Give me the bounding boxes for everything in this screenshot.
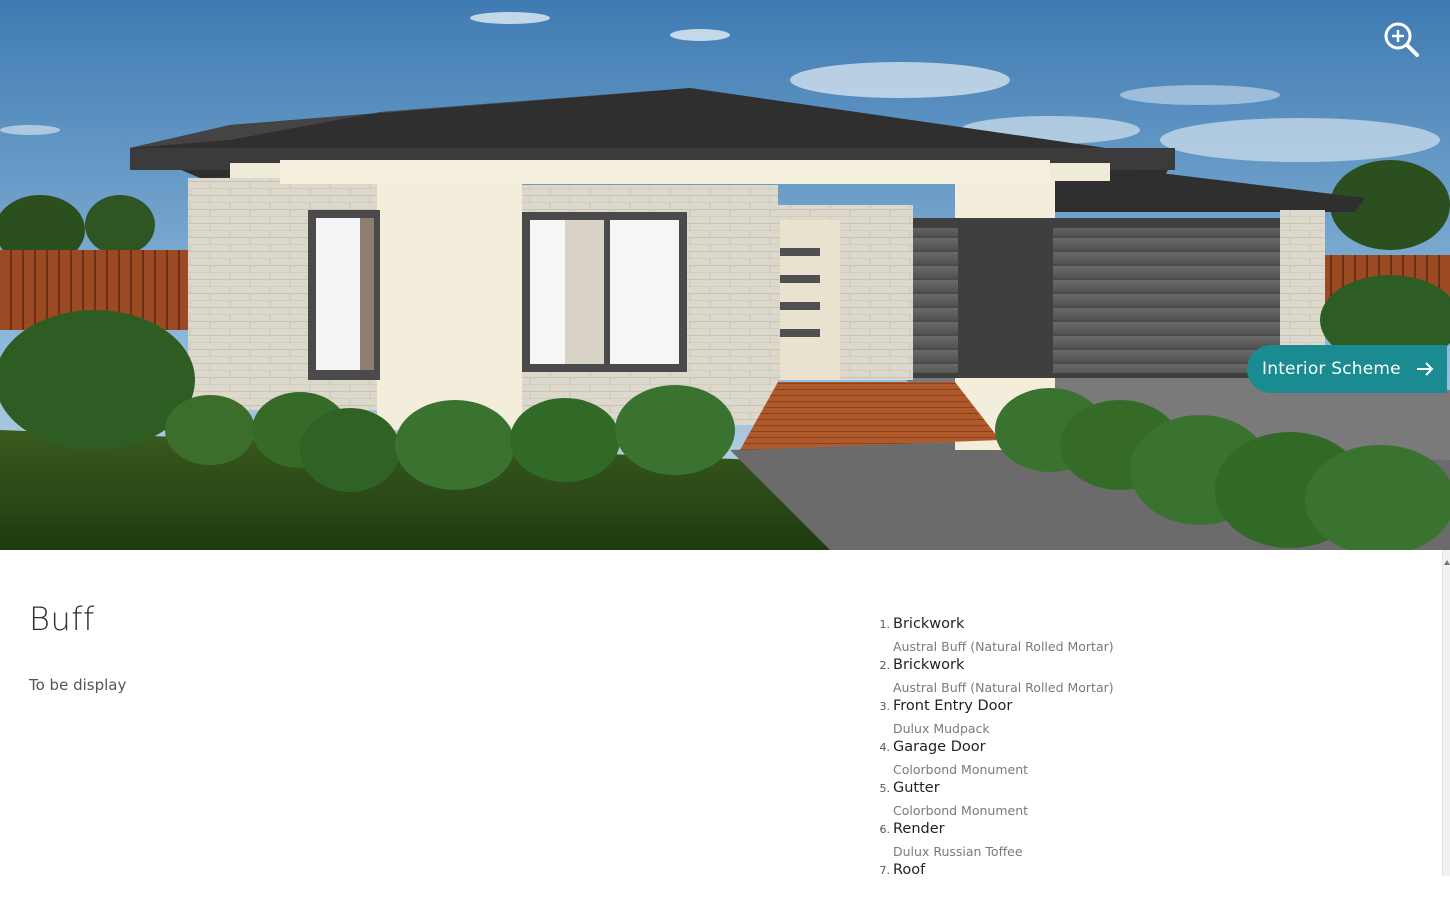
- spec-name: Brickwork: [893, 657, 965, 673]
- scheme-title: Buff: [29, 600, 95, 638]
- spec-name: Render: [893, 821, 945, 837]
- hero-image: Interior Scheme: [0, 0, 1450, 550]
- spec-name: Front Entry Door: [893, 698, 1013, 714]
- arrow-right-icon: [1417, 362, 1434, 376]
- scheme-description: To be display: [29, 676, 127, 694]
- spec-name: Garage Door: [893, 739, 986, 755]
- interior-scheme-button[interactable]: Interior Scheme: [1247, 345, 1447, 393]
- spec-value: Dulux Russian Toffee: [893, 844, 1023, 859]
- zoom-in-icon: [1384, 22, 1419, 57]
- spec-number: 6.: [879, 823, 891, 836]
- scheme-details: Buff To be display 1. Brickwork Austral …: [0, 550, 1442, 878]
- spec-name: Brickwork: [893, 616, 965, 632]
- spec-number: 5.: [879, 782, 891, 795]
- spec-number: 1.: [879, 618, 891, 631]
- spec-value: Colorbond Monument: [893, 762, 1029, 777]
- house-facade-image: [0, 0, 1450, 550]
- spec-number: 7.: [879, 864, 891, 877]
- spec-value: Austral Buff (Natural Rolled Mortar): [893, 680, 1114, 695]
- spec-value: Colorbond Monument: [893, 803, 1029, 818]
- interior-scheme-label: Interior Scheme: [1262, 359, 1401, 379]
- spec-number: 3.: [879, 700, 891, 713]
- scroll-up-arrow-icon[interactable]: [1444, 560, 1450, 565]
- spec-number: 2.: [879, 659, 891, 672]
- spec-value: Austral Buff (Natural Rolled Mortar): [893, 639, 1114, 654]
- spec-number: 4.: [879, 741, 891, 754]
- spec-name: Gutter: [893, 780, 940, 796]
- zoom-in-button[interactable]: [1381, 19, 1423, 61]
- page-scrollbar[interactable]: [1442, 550, 1450, 876]
- spec-value: Dulux Mudpack: [893, 721, 990, 736]
